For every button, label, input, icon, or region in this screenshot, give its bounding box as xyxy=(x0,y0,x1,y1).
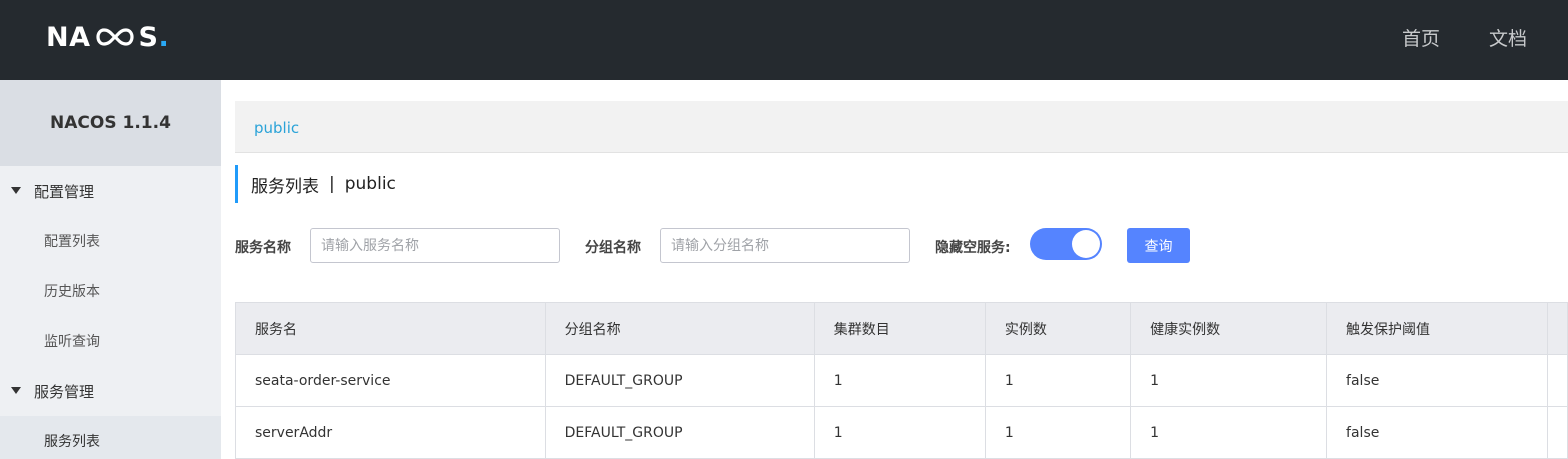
col-group-name[interactable]: 分组名称 xyxy=(545,302,815,355)
namespace-bar: public xyxy=(235,101,1568,153)
page-title-text: 服务列表 xyxy=(251,176,319,197)
table-row[interactable]: seata-order-service DEFAULT_GROUP 1 1 1 … xyxy=(235,354,1568,407)
cell-protect-threshold: false xyxy=(1326,406,1548,459)
top-nav: 首页 文档 xyxy=(1353,24,1527,51)
cell-healthy-count: 1 xyxy=(1130,354,1328,407)
cell-extra xyxy=(1547,406,1568,459)
infinity-logo-icon xyxy=(95,28,134,46)
sidebar-item-config-list[interactable]: 配置列表 xyxy=(0,216,221,266)
cell-protect-threshold: false xyxy=(1326,354,1548,407)
cell-extra xyxy=(1547,354,1568,407)
cell-group-name: DEFAULT_GROUP xyxy=(545,406,815,459)
sidebar-version: NACOS 1.1.4 xyxy=(0,80,221,166)
group-name-input[interactable] xyxy=(660,228,910,263)
caret-down-icon xyxy=(11,187,21,194)
sidebar-group-label: 服务管理 xyxy=(34,382,95,401)
sidebar-group-label: 配置管理 xyxy=(34,182,95,201)
service-name-input[interactable] xyxy=(310,228,560,263)
table-header-row: 服务名 分组名称 集群数目 实例数 健康实例数 触发保护阈值 xyxy=(235,302,1568,355)
page-title: 服务列表 | public xyxy=(235,165,396,203)
group-name-label: 分组名称 xyxy=(585,240,641,256)
col-extra xyxy=(1547,302,1568,355)
col-protect-threshold[interactable]: 触发保护阈值 xyxy=(1326,302,1548,355)
cell-service-name: seata-order-service xyxy=(235,354,546,407)
col-cluster-count[interactable]: 集群数目 xyxy=(814,302,986,355)
col-service-name[interactable]: 服务名 xyxy=(235,302,546,355)
col-instance-count[interactable]: 实例数 xyxy=(985,302,1132,355)
nacos-logo[interactable]: NA S. xyxy=(46,20,169,54)
cell-cluster-count: 1 xyxy=(814,406,986,459)
sidebar: NACOS 1.1.4 配置管理 配置列表 历史版本 监听查询 服务管理 服务列… xyxy=(0,80,221,459)
hide-empty-toggle[interactable] xyxy=(1030,228,1102,260)
nav-docs-link[interactable]: 文档 xyxy=(1489,24,1527,51)
page-title-namespace: public xyxy=(344,174,396,194)
query-button[interactable]: 查询 xyxy=(1127,228,1190,263)
caret-down-icon xyxy=(11,387,21,394)
nav-home-link[interactable]: 首页 xyxy=(1402,24,1440,51)
sidebar-item-service-list[interactable]: 服务列表 xyxy=(0,416,221,459)
title-separator: | xyxy=(329,174,335,194)
cell-group-name: DEFAULT_GROUP xyxy=(545,354,815,407)
service-table: 服务名 分组名称 集群数目 实例数 健康实例数 触发保护阈值 seata-ord… xyxy=(235,302,1568,459)
service-name-label: 服务名称 xyxy=(235,240,291,256)
table-row[interactable]: serverAddr DEFAULT_GROUP 1 1 1 false xyxy=(235,406,1568,459)
toggle-knob xyxy=(1072,230,1100,258)
sidebar-item-listener-query[interactable]: 监听查询 xyxy=(0,316,221,366)
main-content: public 服务列表 | public 服务名称 分组名称 隐藏空服务: 查询… xyxy=(221,80,1568,459)
cell-healthy-count: 1 xyxy=(1130,406,1328,459)
namespace-link[interactable]: public xyxy=(254,119,299,137)
top-header: NA S. 首页 文档 xyxy=(0,0,1568,80)
sidebar-group-config[interactable]: 配置管理 xyxy=(0,166,221,216)
col-healthy-count[interactable]: 健康实例数 xyxy=(1130,302,1328,355)
cell-cluster-count: 1 xyxy=(814,354,986,407)
cell-instance-count: 1 xyxy=(985,354,1132,407)
sidebar-group-service[interactable]: 服务管理 xyxy=(0,366,221,416)
cell-instance-count: 1 xyxy=(985,406,1132,459)
cell-service-name: serverAddr xyxy=(235,406,546,459)
sidebar-item-history[interactable]: 历史版本 xyxy=(0,266,221,316)
hide-empty-label: 隐藏空服务: xyxy=(935,240,1011,256)
